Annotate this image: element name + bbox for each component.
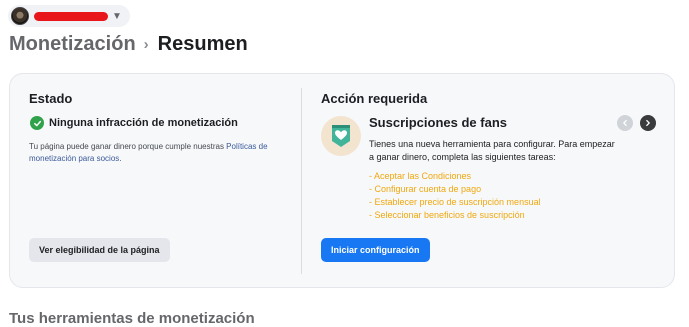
status-description-text: Tu página puede ganar dinero porque cump… — [29, 142, 227, 151]
overview-card: Estado Ninguna infracción de monetizació… — [9, 73, 675, 288]
status-description-end: . — [119, 154, 122, 163]
monetization-tools-heading: Tus herramientas de monetización — [9, 310, 255, 327]
task-item[interactable]: - Establecer precio de suscripción mensu… — [369, 196, 541, 209]
task-item[interactable]: - Aceptar las Condiciones — [369, 170, 541, 183]
start-setup-button[interactable]: Iniciar configuración — [321, 238, 430, 262]
chevron-left-icon — [623, 119, 627, 127]
breadcrumb: Monetización › Resumen — [9, 33, 248, 56]
task-list: - Aceptar las Condiciones - Configurar c… — [369, 170, 541, 222]
chevron-right-icon — [646, 119, 650, 127]
section-divider — [301, 88, 302, 274]
redacted-page-name — [34, 11, 108, 21]
view-eligibility-button[interactable]: Ver elegibilidad de la página — [29, 238, 170, 262]
chevron-right-icon: › — [143, 36, 149, 53]
tool-description: Tienes una nueva herramienta para config… — [369, 139, 615, 162]
fan-subscription-icon — [321, 116, 361, 156]
chevron-down-icon: ▼ — [112, 10, 122, 22]
task-item[interactable]: - Seleccionar beneficios de suscripción — [369, 209, 541, 222]
account-switcher[interactable]: ▼ — [8, 5, 130, 27]
status-row: Ninguna infracción de monetización — [30, 116, 238, 130]
carousel-next-button[interactable] — [640, 115, 656, 131]
carousel-prev-button[interactable] — [617, 115, 633, 131]
page-title: Resumen — [157, 33, 248, 55]
task-item[interactable]: - Configurar cuenta de pago — [369, 183, 541, 196]
tool-title: Suscripciones de fans — [369, 115, 507, 130]
action-section-title: Acción requerida — [321, 91, 428, 106]
status-section-title: Estado — [29, 91, 73, 106]
breadcrumb-parent[interactable]: Monetización — [9, 33, 136, 56]
avatar — [11, 7, 29, 25]
status-text: Ninguna infracción de monetización — [49, 117, 238, 129]
status-description: Tu página puede ganar dinero porque cump… — [29, 141, 279, 165]
check-circle-icon — [30, 116, 44, 130]
